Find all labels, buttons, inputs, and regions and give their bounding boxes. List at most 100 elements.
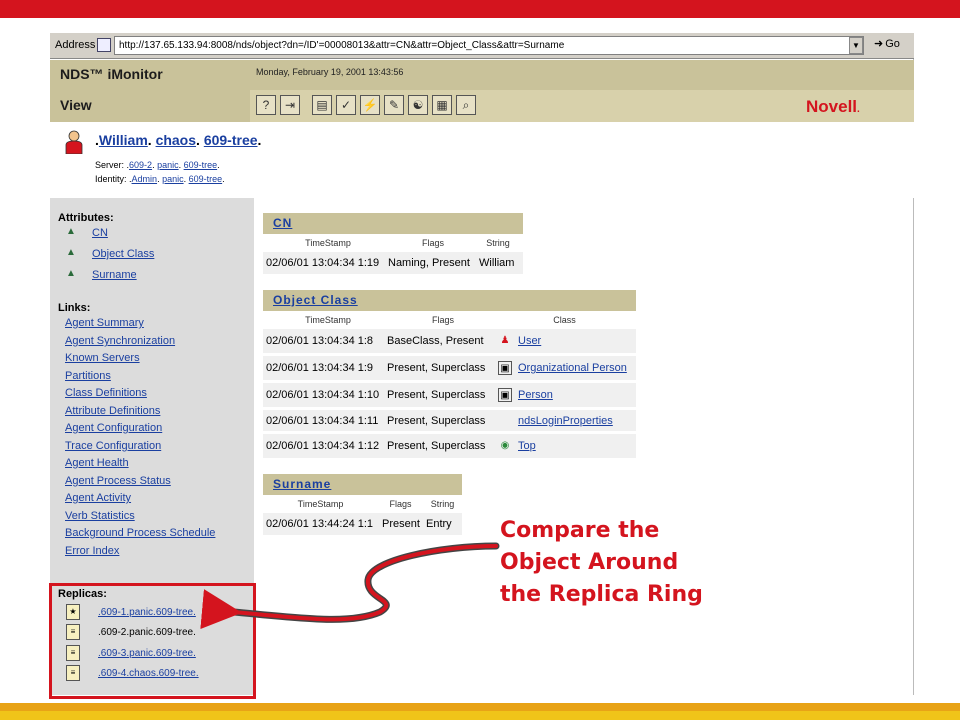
- cell-timestamp: 02/06/01 13:04:34 1:11: [266, 414, 379, 427]
- imonitor-header: NDS™ iMonitor View Monday, February 19, …: [50, 60, 914, 122]
- surname-panel-title[interactable]: Surname: [273, 477, 331, 491]
- cn-panel-title[interactable]: CN: [273, 216, 292, 230]
- class-link-nds-login-properties[interactable]: ndsLoginProperties: [518, 415, 613, 427]
- sidebar-attr-surname[interactable]: ▲ Surname: [64, 268, 137, 282]
- globe-icon: ◉: [500, 440, 510, 451]
- object-class-panel-header: Object Class: [263, 290, 636, 311]
- cell-value: William: [479, 257, 515, 269]
- link-error-index[interactable]: Error Index: [65, 545, 119, 557]
- url-input[interactable]: http://137.65.133.94:8008/nds/object?dn=…: [114, 36, 864, 55]
- report-icon[interactable]: ▦: [432, 95, 452, 115]
- attribute-icon: ▲: [66, 226, 76, 237]
- col-flags: Flags: [389, 499, 412, 509]
- server-label: Server:: [95, 160, 125, 170]
- surname-panel: Surname TimeStamp Flags String 02/06/01 …: [263, 474, 462, 538]
- col-timestamp: TimeStamp: [305, 315, 351, 325]
- server-part-1[interactable]: 609-2: [129, 160, 152, 170]
- slide-top-bar: [0, 0, 960, 18]
- link-agent-configuration[interactable]: Agent Configuration: [65, 422, 162, 434]
- help-icon[interactable]: ?: [256, 95, 276, 115]
- object-name-part-1[interactable]: William: [99, 132, 148, 148]
- col-flags: Flags: [431, 315, 454, 325]
- identity-part-1[interactable]: Admin: [132, 174, 158, 184]
- link-agent-summary[interactable]: Agent Summary: [65, 317, 144, 329]
- link-agent-synchronization[interactable]: Agent Synchronization: [65, 335, 175, 347]
- go-label: Go: [885, 38, 900, 50]
- table-row: 02/06/01 13:04:34 1:9 Present, Superclas…: [263, 356, 636, 380]
- link-class-definitions[interactable]: Class Definitions: [65, 387, 147, 399]
- sidebar-attr-object-class[interactable]: ▲ Object Class: [64, 247, 154, 261]
- go-button[interactable]: ➜ Go: [872, 37, 900, 50]
- cn-column-headers: TimeStamp Flags String: [263, 234, 523, 252]
- view-label: View: [60, 97, 92, 113]
- toolbar: ? ⇥ ▤ ✓ ⚡ ✎ ☯ ▦ ⌕: [256, 95, 476, 115]
- server-part-3[interactable]: 609-tree: [184, 160, 218, 170]
- class-link-top[interactable]: Top: [518, 440, 536, 452]
- link-agent-process-status[interactable]: Agent Process Status: [65, 475, 171, 487]
- col-timestamp: TimeStamp: [297, 499, 344, 509]
- link-agent-activity[interactable]: Agent Activity: [65, 492, 131, 504]
- cn-panel: CN TimeStamp Flags String 02/06/01 13:04…: [263, 213, 523, 277]
- sidebar-attr-label[interactable]: CN: [92, 227, 108, 239]
- chevron-down-icon[interactable]: ▼: [849, 37, 863, 54]
- cell-flags: Present, Superclass: [387, 440, 486, 452]
- repair-icon[interactable]: ⚡: [360, 95, 380, 115]
- link-attribute-definitions[interactable]: Attribute Definitions: [65, 405, 160, 417]
- attribute-icon: ▲: [66, 268, 76, 279]
- table-row: 02/06/01 13:04:34 1:10 Present, Supercla…: [263, 383, 636, 407]
- callout-line-2: Object Around: [500, 550, 679, 575]
- cell-timestamp: 02/06/01 13:04:34 1:9: [266, 362, 374, 374]
- link-background-process-schedule[interactable]: Background Process Schedule: [65, 527, 215, 539]
- identity-part-3[interactable]: 609-tree: [189, 174, 223, 184]
- table-row: 02/06/01 13:04:34 1:19 Naming, Present W…: [263, 252, 523, 274]
- link-known-servers[interactable]: Known Servers: [65, 352, 140, 364]
- cell-flags: Present, Superclass: [387, 389, 486, 401]
- go-arrow-icon: ➜: [874, 38, 884, 50]
- table-row: 02/06/01 13:44:24 1:1 Present Entry: [263, 513, 462, 535]
- link-verb-statistics[interactable]: Verb Statistics: [65, 510, 135, 522]
- identity-label: Identity:: [95, 174, 127, 184]
- object-class-panel-title[interactable]: Object Class: [273, 293, 358, 307]
- server-line: Server: .609-2. panic. 609-tree.: [95, 160, 220, 170]
- class-link-organizational-person[interactable]: Organizational Person: [518, 362, 627, 374]
- print-icon[interactable]: ▤: [312, 95, 332, 115]
- cell-timestamp: 02/06/01 13:04:34 1:10: [266, 389, 380, 401]
- attributes-heading: Attributes:: [58, 212, 114, 224]
- server-part-2[interactable]: panic: [157, 160, 179, 170]
- page-icon: [97, 38, 111, 52]
- callout-text: Compare the Object Around the Replica Ri…: [500, 515, 703, 611]
- object-class-panel: Object Class TimeStamp Flags Class 02/06…: [263, 290, 636, 461]
- novell-registered: .: [857, 104, 860, 115]
- agent-icon[interactable]: ☯: [408, 95, 428, 115]
- link-partitions[interactable]: Partitions: [65, 370, 111, 382]
- exit-icon[interactable]: ⇥: [280, 95, 300, 115]
- table-row: 02/06/01 13:04:34 1:8 BaseClass, Present…: [263, 329, 636, 353]
- cell-flags: Present, Superclass: [387, 362, 486, 374]
- address-bar: Address http://137.65.133.94:8008/nds/ob…: [50, 33, 914, 59]
- sidebar-attr-cn[interactable]: ▲ CN: [64, 226, 108, 240]
- configure-icon[interactable]: ✓: [336, 95, 356, 115]
- object-name-part-2[interactable]: chaos: [156, 132, 196, 148]
- cell-flags: Present, Superclass: [387, 414, 486, 427]
- cell-flags: BaseClass, Present: [387, 335, 484, 347]
- tools-icon[interactable]: ✎: [384, 95, 404, 115]
- cell-timestamp: 02/06/01 13:44:24 1:1: [266, 518, 374, 530]
- search-icon[interactable]: ⌕: [456, 95, 476, 115]
- class-link-user[interactable]: User: [518, 335, 541, 347]
- table-row: 02/06/01 13:04:34 1:12 Present, Supercla…: [263, 434, 636, 458]
- col-string: String: [430, 499, 455, 509]
- user-object-icon: [65, 130, 83, 154]
- cn-panel-header: CN: [263, 213, 523, 234]
- link-agent-health[interactable]: Agent Health: [65, 457, 129, 469]
- link-trace-configuration[interactable]: Trace Configuration: [65, 440, 161, 452]
- identity-part-2[interactable]: panic: [162, 174, 184, 184]
- novell-wordmark: Novell: [806, 97, 858, 116]
- cell-flags: Naming, Present: [388, 257, 470, 269]
- sidebar-attr-label[interactable]: Surname: [92, 269, 137, 281]
- col-string: String: [486, 238, 510, 248]
- class-link-person[interactable]: Person: [518, 389, 553, 401]
- sidebar-attr-label[interactable]: Object Class: [92, 248, 154, 260]
- table-row: 02/06/01 13:04:34 1:11 Present, Supercla…: [263, 410, 636, 431]
- cell-value: Entry: [426, 518, 452, 530]
- object-name-part-3[interactable]: 609-tree: [204, 132, 258, 148]
